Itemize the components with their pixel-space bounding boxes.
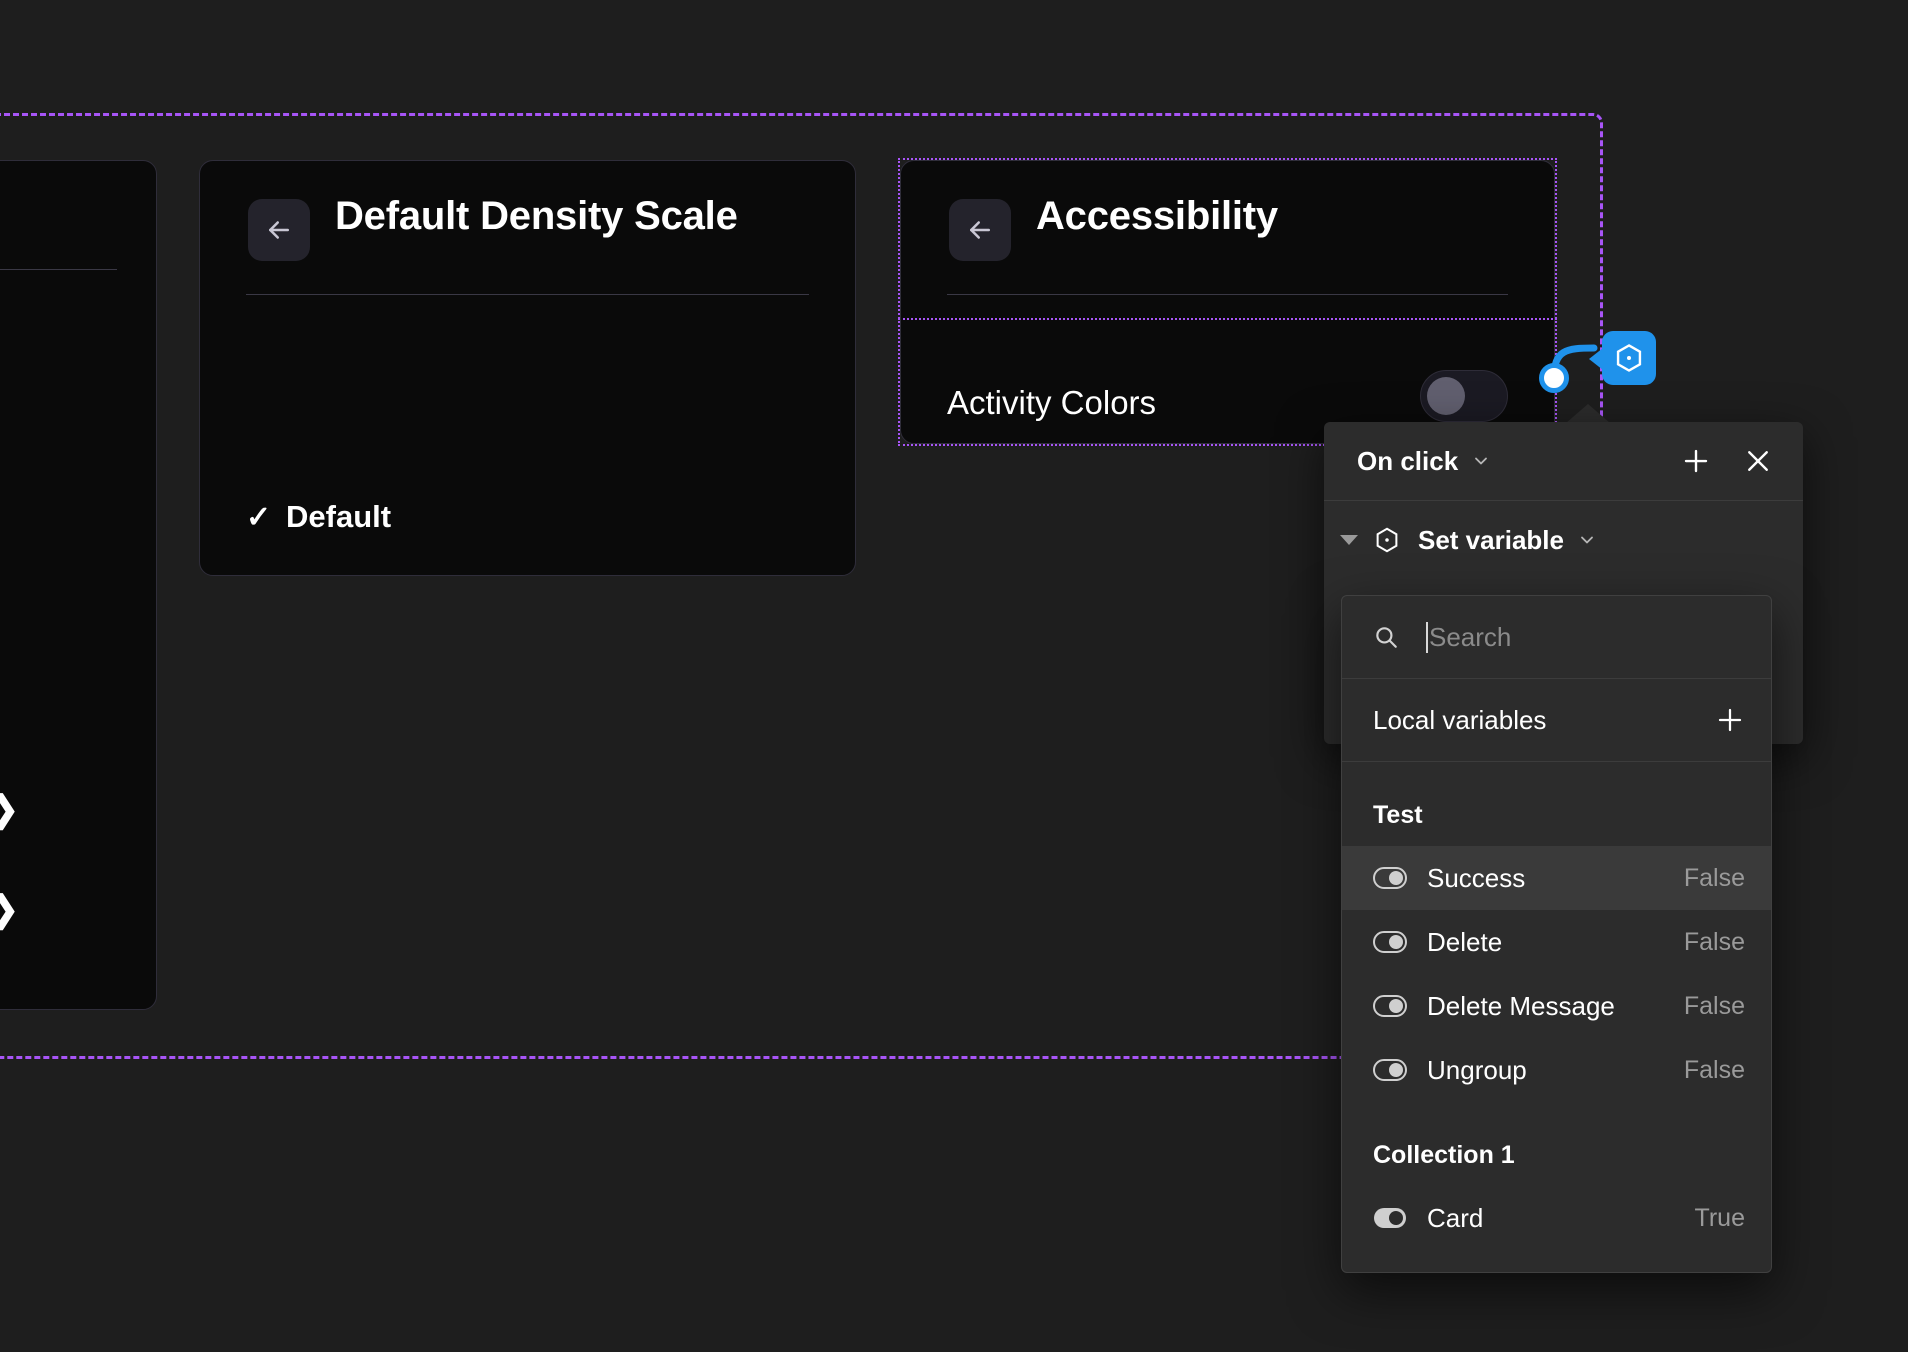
boolean-off-icon [1373, 1053, 1407, 1087]
variable-value: False [1683, 991, 1745, 1020]
boolean-on-icon [1373, 1201, 1407, 1235]
local-variables-row[interactable]: Local variables [1342, 679, 1771, 762]
plus-icon [1681, 446, 1711, 476]
card-title: Default Density Scale [335, 193, 738, 238]
check-icon: ✓ [246, 500, 272, 534]
connector-endpoint[interactable] [1539, 363, 1569, 393]
variable-value: True [1694, 1203, 1745, 1232]
boolean-off-icon [1373, 989, 1407, 1023]
panel-header: On click [1324, 422, 1803, 501]
frame-card-partial[interactable]: ❯ ❯ [0, 160, 157, 1010]
variable-item-success[interactable]: Success False [1342, 846, 1771, 910]
search-placeholder: Search [1429, 621, 1512, 652]
variable-name: Ungroup [1427, 1054, 1527, 1085]
back-button[interactable] [949, 199, 1011, 261]
dropdown-spacer [1342, 762, 1771, 784]
chevron-right-icon[interactable]: ❯ [0, 891, 19, 927]
add-interaction-button[interactable] [1681, 446, 1711, 476]
action-row-set-variable[interactable]: Set variable [1324, 501, 1803, 579]
add-local-variable-button[interactable] [1715, 705, 1745, 735]
boolean-off-icon [1373, 861, 1407, 895]
card-divider [246, 294, 809, 295]
density-option-default[interactable]: ✓ Default [246, 499, 391, 535]
variable-item-delete[interactable]: Delete False [1342, 910, 1771, 974]
chevron-down-icon[interactable] [1577, 530, 1597, 550]
close-icon [1743, 446, 1773, 476]
hexagon-dot-icon [1613, 342, 1645, 374]
frame-card-default-density-scale[interactable]: Default Density Scale ✓ Default Comforta… [199, 160, 856, 576]
chevron-right-icon[interactable]: ❯ [0, 791, 19, 827]
variable-value: False [1683, 1055, 1745, 1084]
frame-card-accessibility[interactable]: Accessibility Activity Colors [900, 160, 1555, 444]
row-label: Activity Colors [947, 384, 1157, 421]
variable-name: Delete Message [1427, 990, 1615, 1021]
variable-name: Delete [1427, 926, 1503, 957]
text-cursor [1426, 621, 1428, 653]
variable-item-ungroup[interactable]: Ungroup False [1342, 1038, 1771, 1102]
hexagon-dot-icon [1372, 525, 1402, 555]
search-icon [1373, 624, 1399, 650]
card-header: Accessibility [901, 161, 1554, 271]
chevron-down-icon [1471, 451, 1491, 471]
dropdown-spacer [1342, 1102, 1771, 1124]
variable-value: False [1683, 863, 1745, 892]
option-label: Default [286, 499, 392, 534]
boolean-off-icon [1373, 925, 1407, 959]
card-header: Default Density Scale [200, 161, 855, 271]
search-field[interactable]: Search [1342, 596, 1771, 679]
variable-group-title: Collection 1 [1373, 1140, 1515, 1169]
variable-picker-dropdown[interactable]: Search Local variables Test Success Fals… [1341, 595, 1772, 1273]
interaction-node-button[interactable] [1602, 331, 1656, 385]
panel-pointer [1566, 404, 1610, 423]
card-title: Accessibility [1036, 193, 1278, 238]
close-panel-button[interactable] [1743, 446, 1773, 476]
local-variables-label: Local variables [1373, 704, 1547, 735]
activity-colors-toggle[interactable] [1420, 370, 1508, 422]
variable-name: Success [1427, 862, 1526, 893]
arrow-left-icon [264, 215, 294, 245]
variable-group-title: Test [1373, 800, 1423, 829]
trigger-dropdown[interactable]: On click [1357, 422, 1491, 500]
variable-item-delete-message[interactable]: Delete Message False [1342, 974, 1771, 1038]
variable-value: False [1683, 927, 1745, 956]
design-canvas[interactable]: ❯ ❯ Default Density Scale ✓ Default Comf… [0, 0, 1908, 1352]
toggle-knob [1427, 377, 1465, 415]
arrow-left-icon [965, 215, 995, 245]
variable-item-card[interactable]: Card True [1342, 1186, 1771, 1250]
trigger-label: On click [1357, 445, 1459, 476]
card-divider [947, 294, 1508, 295]
action-label: Set variable [1418, 524, 1564, 555]
back-button[interactable] [248, 199, 310, 261]
dropdown-spacer [1342, 1250, 1771, 1272]
variable-name: Card [1427, 1202, 1484, 1233]
divider [0, 269, 117, 270]
triangle-down-icon[interactable] [1340, 535, 1358, 545]
connector-arrow [1589, 348, 1603, 370]
